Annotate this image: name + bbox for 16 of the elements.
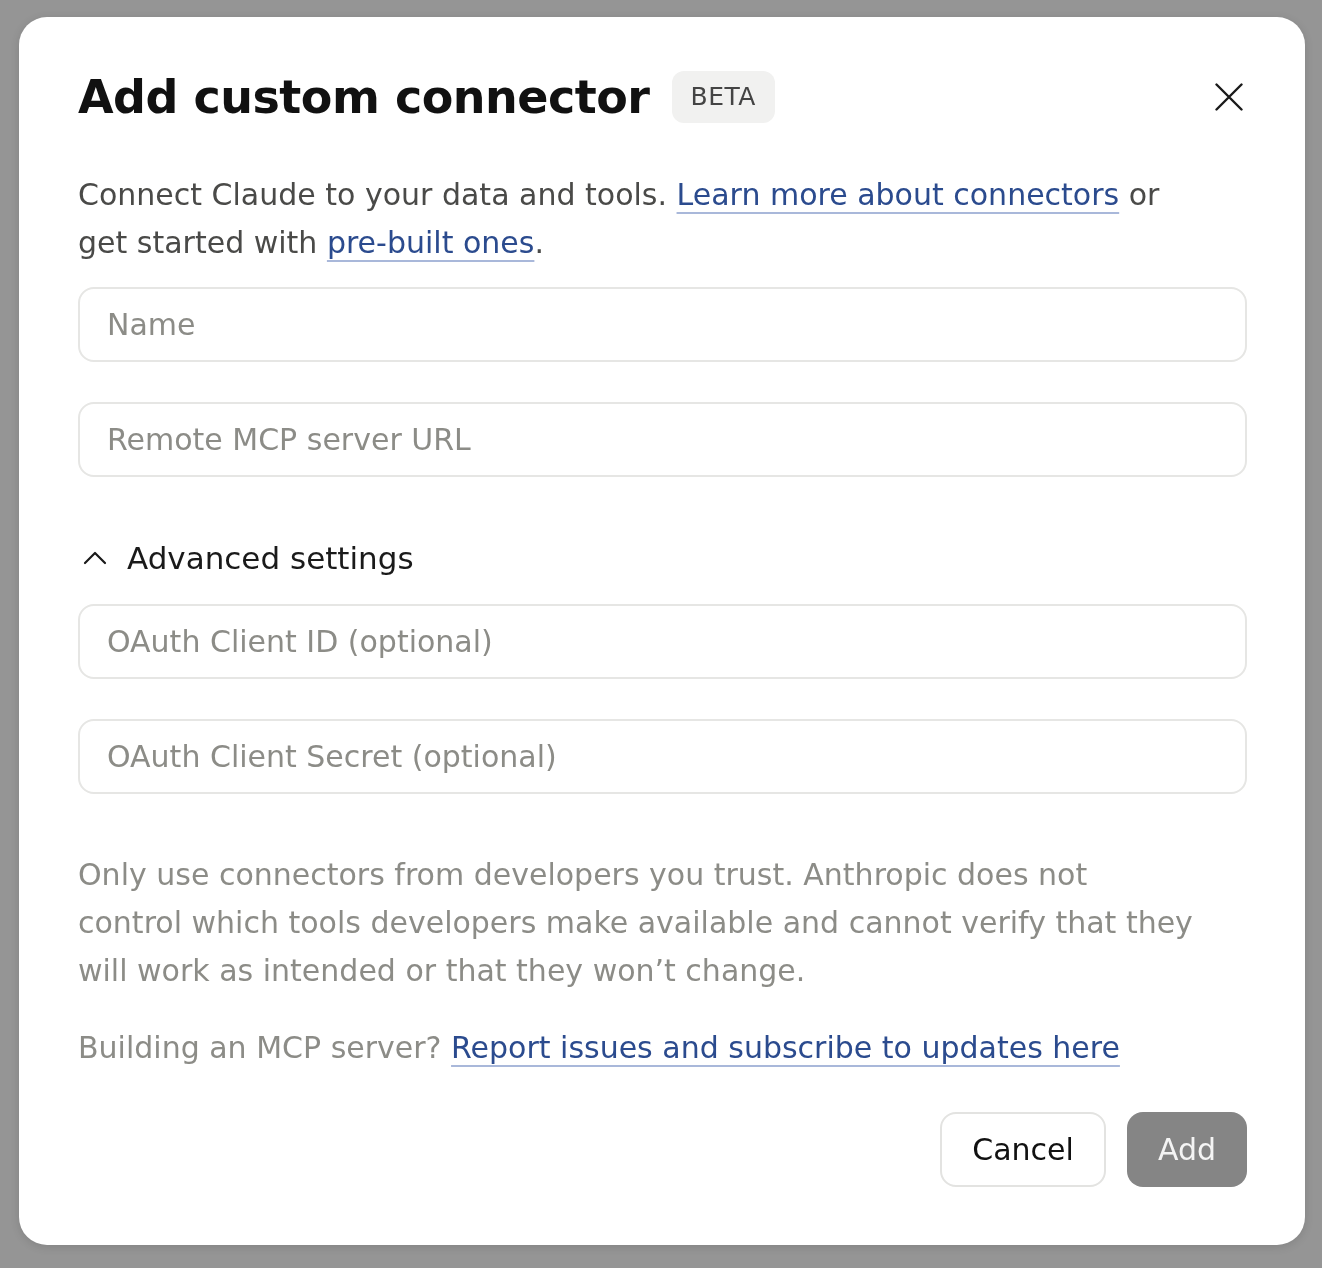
- footer-note-text: Building an MCP server? Report issues and subscribe to updates here: [78, 1029, 1121, 1067]
- advanced-settings-toggle[interactable]: Advanced settings: [78, 534, 414, 582]
- input-field[interactable]: OAuth Client ID (optional): [78, 604, 1247, 679]
- inline-link[interactable]: Learn more about connectors: [676, 177, 1120, 212]
- close-icon: [1215, 83, 1243, 111]
- input-field[interactable]: Remote MCP server URL: [78, 402, 1247, 477]
- close-button[interactable]: [1215, 83, 1243, 111]
- dialog-title: Add custom connector: [78, 69, 650, 126]
- beta-badge: BETA: [671, 71, 775, 123]
- notice-text: Only use connectors from developers you trust. Anthropic does not control which tools developers make available and cannot verify that they will work as intended or that they won’t change.: [78, 856, 1194, 990]
- input-field[interactable]: Name: [78, 287, 1247, 362]
- inline-link[interactable]: Report issues and subscribe to updates here: [451, 1030, 1120, 1065]
- input-field[interactable]: OAuth Client Secret (optional): [78, 719, 1247, 794]
- inline-link[interactable]: pre-built ones: [326, 225, 535, 260]
- cancel-button[interactable]: Cancel: [940, 1112, 1106, 1187]
- intro-text: Connect Claude to your data and tools. Learn more about connectors or get started with pre-built ones.: [78, 176, 1161, 262]
